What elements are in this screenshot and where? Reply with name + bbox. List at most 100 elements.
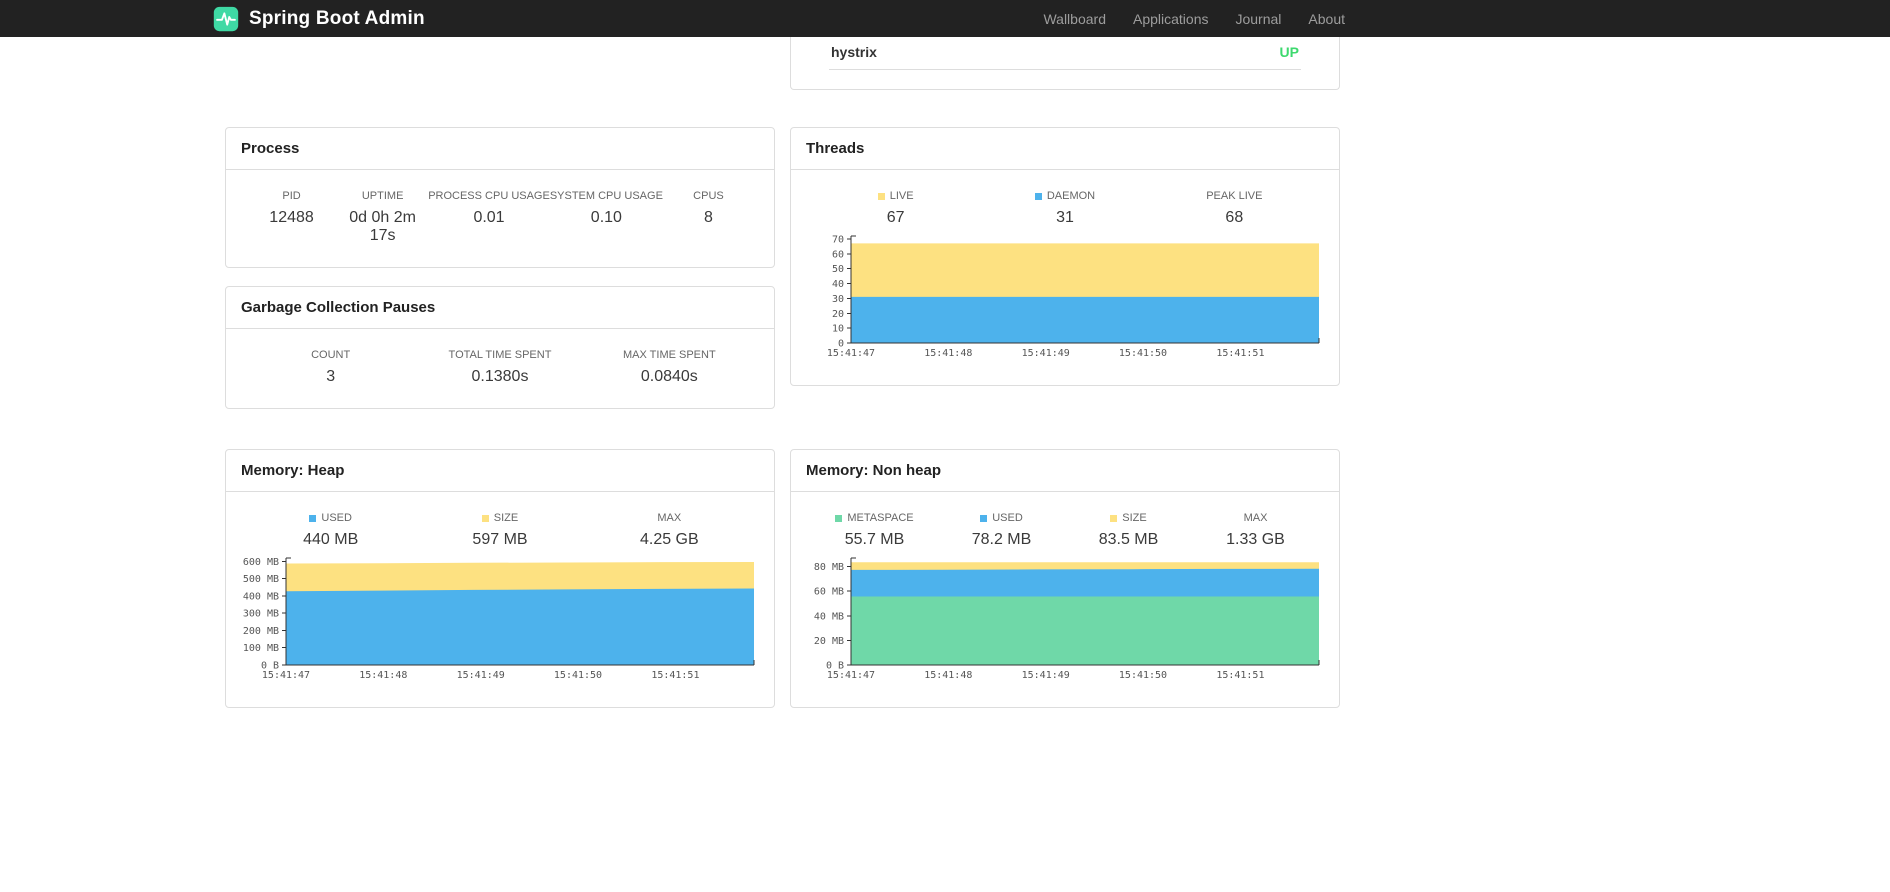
svg-text:15:41:49: 15:41:49 (1022, 670, 1070, 681)
metric-label: COUNT (311, 349, 351, 361)
legend-swatch-live (877, 192, 885, 200)
metric-value: 0.1380s (471, 368, 529, 385)
heap-legend: USED 440 MB SIZE 597 MB MAX 4.25 GB (226, 492, 774, 549)
svg-text:15:41:48: 15:41:48 (359, 670, 407, 681)
application-status-card: hystrix UP (790, 37, 1340, 90)
svg-text:600 MB: 600 MB (243, 557, 279, 568)
svg-text:20 MB: 20 MB (814, 636, 844, 647)
metric-label: TOTAL TIME SPENT (448, 349, 552, 361)
application-row-hystrix[interactable]: hystrix UP (829, 37, 1301, 70)
svg-text:15:41:50: 15:41:50 (1119, 670, 1167, 681)
memory-nonheap-panel: Memory: Non heap METASPACE 55.7 MB USED (790, 449, 1340, 708)
metric-value: 8 (704, 209, 713, 226)
brand[interactable]: Spring Boot Admin (213, 6, 425, 32)
threads-panel: Threads LIVE 67 DAEMON 31 PEAK LIVE 68 0… (790, 127, 1340, 386)
nav-item-about[interactable]: About (1308, 11, 1345, 27)
metric-label: SYSTEM CPU USAGE (549, 190, 663, 202)
svg-text:15:41:49: 15:41:49 (1022, 348, 1070, 359)
memory-heap-panel-title: Memory: Heap (241, 462, 345, 479)
metric-label: METASPACE (811, 512, 938, 524)
metric-heap-used: USED 440 MB (246, 512, 415, 549)
metric-label-text: SIZE (493, 512, 519, 524)
svg-text:15:41:50: 15:41:50 (1119, 348, 1167, 359)
metric-label-text: SIZE (1122, 512, 1147, 524)
metric-gc-total-time: TOTAL TIME SPENT 0.1380s (415, 349, 584, 386)
metric-cpus: CPUS 8 (663, 190, 754, 245)
application-name: hystrix (831, 44, 877, 60)
metric-gc-max-time: MAX TIME SPENT 0.0840s (585, 349, 754, 386)
metric-label: CPUS (693, 190, 724, 202)
metric-label-text: METASPACE (847, 512, 914, 524)
svg-text:500 MB: 500 MB (243, 574, 279, 585)
metric-pid: PID 12488 (246, 190, 337, 245)
metric-value: 68 (1225, 209, 1244, 226)
metric-nonheap-max: MAX 1.33 GB (1192, 512, 1319, 549)
metric-value: 55.7 MB (844, 531, 905, 548)
metric-label-text: DAEMON (1046, 190, 1096, 202)
metric-threads-peak-live: PEAK LIVE 68 (1150, 190, 1319, 227)
svg-text:60 MB: 60 MB (814, 587, 844, 598)
metric-label: MAX TIME SPENT (622, 349, 716, 361)
metric-value: 3 (326, 368, 336, 385)
threads-legend: LIVE 67 DAEMON 31 PEAK LIVE 68 (791, 170, 1339, 227)
svg-text:60: 60 (832, 249, 844, 260)
metric-label: PEAK LIVE (1150, 190, 1319, 202)
svg-text:15:41:50: 15:41:50 (554, 670, 602, 681)
metric-value: 31 (1056, 209, 1074, 226)
svg-text:30: 30 (832, 294, 844, 305)
metric-label-text: MAX (1243, 512, 1268, 524)
metric-system-cpu-usage: SYSTEM CPU USAGE 0.10 (550, 190, 663, 245)
svg-text:15:41:47: 15:41:47 (827, 670, 875, 681)
metric-label: PID (282, 190, 301, 202)
nonheap-memory-chart: 0 B20 MB40 MB60 MB80 MB15:41:47 15:41:48 1… (814, 557, 1320, 681)
metric-value: 440 MB (303, 531, 359, 548)
metric-uptime: UPTIME 0d 0h 2m 17s (337, 190, 428, 245)
metric-threads-live: LIVE 67 (811, 190, 980, 227)
brand-title: Spring Boot Admin (249, 7, 425, 29)
svg-text:20: 20 (832, 309, 844, 320)
metric-value: 67 (886, 209, 905, 226)
legend-swatch-size (1110, 514, 1118, 522)
row-process-threads: Process PID 12488 UPTIME 0d 0h 2m 17s PR… (225, 127, 1340, 409)
navbar-links: Wallboard Applications Journal About (1043, 11, 1345, 27)
row-application-card: hystrix UP (225, 37, 1340, 90)
svg-text:70: 70 (832, 234, 844, 245)
svg-text:15:41:51: 15:41:51 (1216, 670, 1264, 681)
svg-text:15:41:48: 15:41:48 (924, 348, 972, 359)
gc-pauses-panel-title: Garbage Collection Pauses (241, 299, 436, 316)
metric-label: MAX (585, 512, 754, 524)
nav-item-wallboard[interactable]: Wallboard (1043, 11, 1106, 27)
navbar-inner: Spring Boot Admin Wallboard Applications… (213, 0, 1345, 37)
row-memory: Memory: Heap USED 440 MB SIZE 597 MB MAX… (225, 449, 1340, 708)
top-navbar: Spring Boot Admin Wallboard Applications… (0, 0, 1890, 37)
threads-panel-header: Threads (791, 128, 1339, 170)
legend-swatch-metaspace (835, 514, 843, 522)
svg-text:15:41:48: 15:41:48 (924, 670, 972, 681)
metric-heap-size: SIZE 597 MB (415, 512, 584, 549)
nav-item-applications[interactable]: Applications (1133, 11, 1209, 27)
gc-pauses-panel: Garbage Collection Pauses COUNT 3 TOTAL … (225, 286, 775, 409)
metric-label-text: PEAK LIVE (1206, 190, 1263, 202)
process-panel-header: Process (226, 128, 774, 170)
heap-chart-area: 0 B 100 MB 200 MB 300 MB 400 MB 500 MB 600 MB 1… (226, 549, 774, 707)
metric-label: LIVE (811, 190, 980, 202)
metric-process-cpu-usage: PROCESS CPU USAGE 0.01 (428, 190, 550, 245)
metric-value: 12488 (269, 209, 314, 226)
process-panel: Process PID 12488 UPTIME 0d 0h 2m 17s PR… (225, 127, 775, 268)
nav-item-journal[interactable]: Journal (1235, 11, 1281, 27)
memory-nonheap-panel-header: Memory: Non heap (791, 450, 1339, 492)
svg-text:80 MB: 80 MB (814, 562, 844, 573)
metric-label: USED (938, 512, 1065, 524)
metric-label: DAEMON (980, 190, 1149, 202)
metric-value: 1.33 GB (1226, 531, 1285, 548)
metric-label: SIZE (1065, 512, 1192, 524)
metric-label: UPTIME (361, 190, 404, 202)
legend-swatch-used (309, 514, 317, 522)
process-metrics: PID 12488 UPTIME 0d 0h 2m 17s PROCESS CP… (226, 170, 774, 267)
gc-pauses-panel-header: Garbage Collection Pauses (226, 287, 774, 329)
threads-chart: 01020304050607015:41:47 15:41:48 15:41:49 1… (827, 234, 1320, 359)
metric-value: 0d 0h 2m 17s (349, 209, 416, 244)
metric-value: 597 MB (472, 531, 528, 548)
metric-label: USED (246, 512, 415, 524)
svg-text:15:41:47: 15:41:47 (262, 670, 310, 681)
